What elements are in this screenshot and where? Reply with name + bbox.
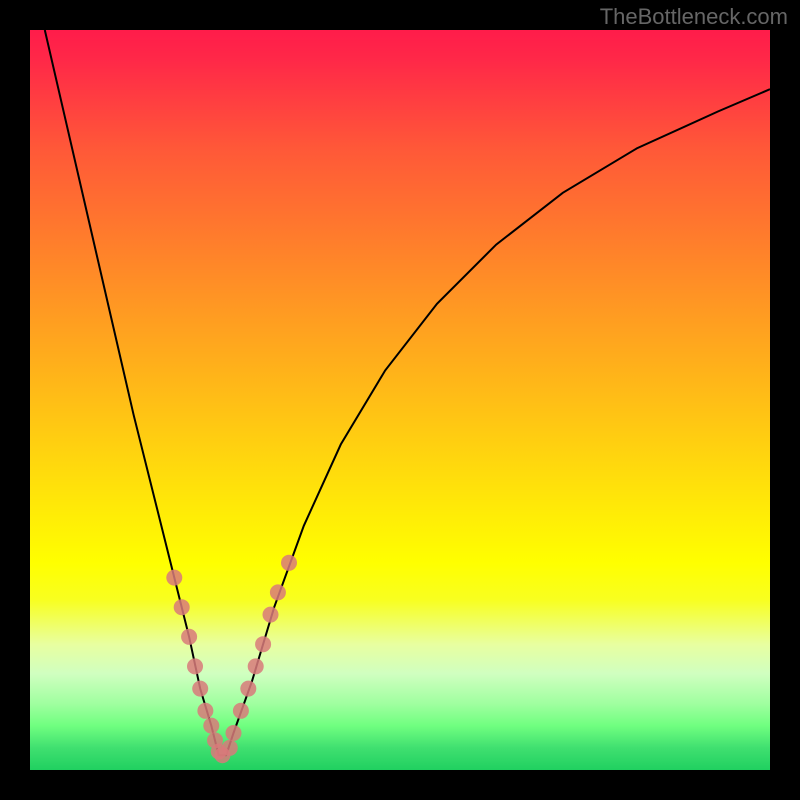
data-marker bbox=[166, 570, 182, 586]
bottleneck-curve bbox=[45, 30, 770, 755]
data-marker bbox=[281, 555, 297, 571]
data-marker bbox=[248, 658, 264, 674]
data-marker bbox=[240, 681, 256, 697]
data-marker bbox=[174, 599, 190, 615]
data-marker bbox=[181, 629, 197, 645]
chart-container: TheBottleneck.com bbox=[0, 0, 800, 800]
data-marker bbox=[187, 658, 203, 674]
watermark-text: TheBottleneck.com bbox=[600, 4, 788, 30]
data-marker bbox=[203, 718, 219, 734]
curve-svg bbox=[30, 30, 770, 770]
data-marker bbox=[226, 725, 242, 741]
data-marker bbox=[197, 703, 213, 719]
data-marker bbox=[255, 636, 271, 652]
data-marker bbox=[263, 607, 279, 623]
data-marker bbox=[222, 740, 238, 756]
data-marker bbox=[270, 584, 286, 600]
plot-area bbox=[30, 30, 770, 770]
markers-left-branch bbox=[166, 570, 230, 764]
data-marker bbox=[233, 703, 249, 719]
data-marker bbox=[192, 681, 208, 697]
